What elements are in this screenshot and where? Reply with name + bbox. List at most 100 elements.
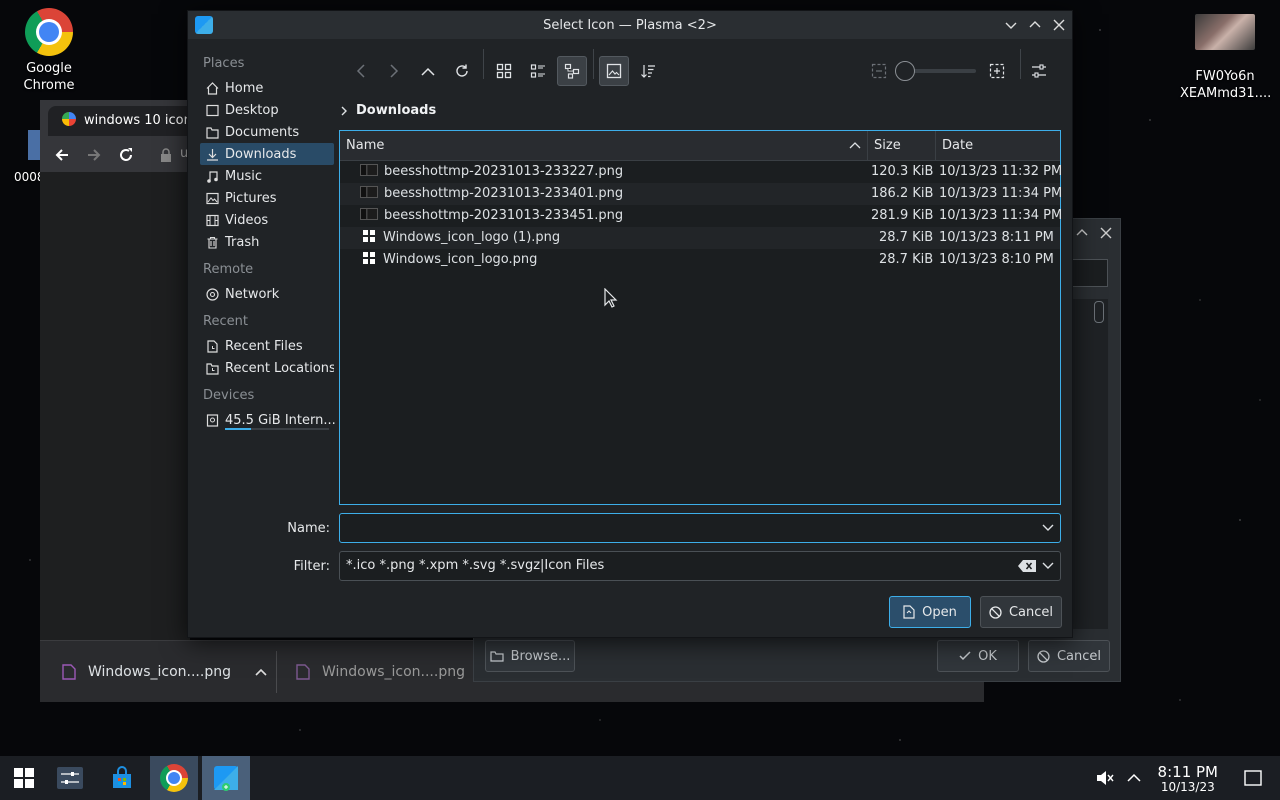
zoom-in-button[interactable] [982, 56, 1012, 86]
cancel-button[interactable]: Cancel [1028, 640, 1110, 672]
clear-text-icon[interactable] [1018, 560, 1036, 572]
places-item-documents[interactable]: Documents [200, 121, 334, 143]
close-icon[interactable] [1051, 17, 1067, 33]
dialog-titlebar[interactable]: Select Icon — Plasma <2> [188, 11, 1072, 39]
home-icon [206, 81, 219, 95]
system-clock[interactable]: 8:11 PM 10/13/23 [1158, 764, 1218, 795]
maximize-icon[interactable] [1027, 17, 1043, 33]
cancel-button[interactable]: Cancel [980, 596, 1062, 628]
column-header-name[interactable]: Name [340, 131, 868, 160]
notifications-icon[interactable] [1244, 770, 1262, 786]
places-item-music[interactable]: Music [200, 165, 334, 187]
icon-view-button[interactable] [489, 56, 519, 86]
places-item-home[interactable]: Home [200, 77, 334, 99]
back-button[interactable] [346, 56, 376, 86]
ok-button[interactable]: OK [937, 640, 1019, 672]
browse-button[interactable]: Browse... [485, 640, 575, 672]
toolbar-separator [483, 49, 484, 79]
chevron-up-icon[interactable] [255, 668, 267, 676]
scrollbar-handle[interactable] [1094, 301, 1104, 323]
maximize-icon[interactable] [1076, 227, 1088, 239]
close-icon[interactable] [1100, 227, 1112, 239]
zoom-slider-track[interactable] [895, 61, 976, 81]
file-row[interactable]: beesshottmp-20231013-233401.png 186.2 Ki… [340, 183, 1062, 205]
places-item-recent-files[interactable]: Recent Files [200, 335, 334, 357]
places-item-pictures[interactable]: Pictures [200, 187, 334, 209]
minimize-icon[interactable] [1003, 17, 1019, 33]
places-item-videos[interactable]: Videos [200, 209, 334, 231]
places-item-label: Trash [225, 234, 260, 250]
details-view-button[interactable] [557, 56, 587, 86]
devices-header: Devices [203, 388, 255, 403]
filter-input-value[interactable]: *.ico *.png *.xpm *.svg *.svgz|Icon File… [346, 558, 604, 573]
open-button[interactable]: Open [889, 596, 971, 628]
breadcrumb-current: Downloads [356, 103, 437, 118]
sort-ascending-icon [849, 142, 861, 149]
download-item[interactable]: Windows_icon....png [296, 641, 465, 703]
mouse-cursor-icon [604, 288, 618, 308]
file-row[interactable]: beesshottmp-20231013-233451.png 281.9 Ki… [340, 205, 1062, 227]
places-item-label: Videos [225, 212, 269, 228]
start-button[interactable] [0, 756, 48, 800]
column-header-size[interactable]: Size [868, 131, 936, 160]
options-button[interactable] [1024, 56, 1054, 86]
cancel-icon [989, 605, 1002, 619]
parent-folder-button[interactable] [413, 56, 443, 86]
desktop-icon-image-file[interactable]: FW0Yo6n XEAMmd31.... [1180, 14, 1271, 102]
desktop-icon-chrome[interactable]: Google Chrome [14, 8, 84, 94]
taskbar-store[interactable] [98, 756, 146, 800]
background-browser-window: windows 10 icon u [40, 100, 198, 640]
zoom-slider-handle[interactable] [895, 61, 915, 81]
image-thumbnail-icon [360, 208, 378, 220]
file-row[interactable]: beesshottmp-20231013-233227.png 120.3 Ki… [340, 161, 1062, 183]
speaker-muted-icon[interactable] [1096, 770, 1114, 786]
taskbar-chrome[interactable] [150, 756, 198, 800]
name-combobox[interactable] [339, 513, 1061, 543]
toolbar-separator [1020, 49, 1021, 79]
taskbar-plasma[interactable] [202, 756, 250, 800]
remote-header: Remote [203, 262, 254, 277]
reload-icon[interactable] [118, 147, 134, 163]
places-item-trash[interactable]: Trash [200, 231, 334, 253]
places-item-label: 45.5 GiB Intern... [225, 412, 336, 428]
file-row[interactable]: Windows_icon_logo (1).png 28.7 KiB 10/13… [340, 227, 1060, 249]
zoom-out-button[interactable] [864, 56, 894, 86]
places-item-desktop[interactable]: Desktop [200, 99, 334, 121]
column-header-label: Date [942, 138, 974, 153]
browser-tabbar: windows 10 icon [40, 100, 198, 136]
windows-logo-icon [14, 768, 34, 788]
file-list[interactable]: Name Size Date beesshottmp-20231013-2332… [339, 130, 1062, 505]
places-item-network[interactable]: Network [200, 283, 334, 305]
file-name: beesshottmp-20231013-233451.png [384, 208, 624, 223]
places-header: Places [203, 56, 245, 71]
places-item-drive[interactable]: 45.5 GiB Intern... [200, 409, 336, 431]
preview-toggle-button[interactable] [599, 56, 629, 86]
shopping-bag-icon [113, 766, 131, 788]
chevron-down-icon[interactable] [1042, 562, 1054, 570]
places-item-downloads[interactable]: Downloads [200, 143, 334, 165]
places-item-label: Desktop [225, 102, 279, 118]
file-row[interactable]: Windows_icon_logo.png 28.7 KiB 10/13/23 … [340, 249, 1060, 271]
videos-icon [206, 214, 219, 226]
file-name: Windows_icon_logo (1).png [383, 230, 561, 245]
browse-button-label: Browse... [510, 648, 571, 664]
text-field[interactable] [1072, 259, 1108, 287]
filter-combobox[interactable]: *.ico *.png *.xpm *.svg *.svgz|Icon File… [339, 551, 1061, 581]
file-size: 186.2 KiB [871, 186, 934, 201]
compact-view-button[interactable] [523, 56, 553, 86]
forward-button[interactable] [379, 56, 409, 86]
chevron-down-icon[interactable] [1042, 524, 1054, 532]
back-arrow-icon[interactable] [54, 147, 70, 163]
column-header-date[interactable]: Date [936, 131, 1060, 160]
browser-tab[interactable]: windows 10 icon [48, 106, 198, 136]
sort-button[interactable] [633, 56, 663, 86]
plasma-app-icon [214, 766, 238, 791]
reload-button[interactable] [447, 56, 477, 86]
taskbar-settings[interactable] [46, 756, 94, 800]
breadcrumb[interactable]: Downloads [340, 103, 436, 118]
places-item-recent-locations[interactable]: Recent Locations [200, 357, 334, 379]
forward-arrow-icon[interactable] [86, 147, 102, 163]
download-item[interactable]: Windows_icon....png [62, 641, 267, 703]
chevron-up-icon[interactable] [1127, 773, 1141, 783]
lock-icon [161, 148, 171, 162]
